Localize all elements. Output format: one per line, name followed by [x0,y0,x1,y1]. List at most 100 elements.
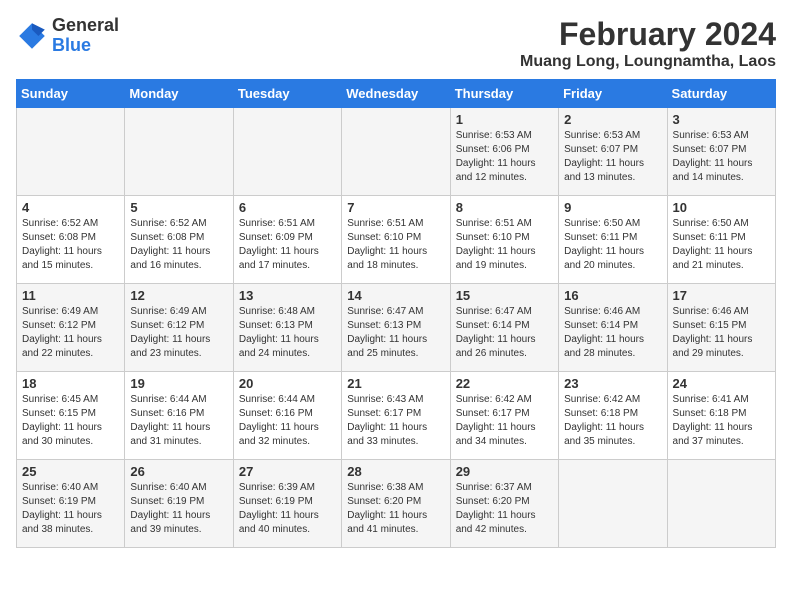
day-number: 17 [673,288,770,303]
day-cell: 21 Sunrise: 6:43 AM Sunset: 6:17 PM Dayli… [342,372,450,460]
logo-blue-text: Blue [52,35,91,55]
day-cell: 16 Sunrise: 6:46 AM Sunset: 6:14 PM Dayli… [559,284,667,372]
day-number: 12 [130,288,227,303]
header-monday: Monday [125,80,233,108]
day-cell: 11Sunrise: 6:49 AM Sunset: 6:12 PM Dayli… [17,284,125,372]
header-tuesday: Tuesday [233,80,341,108]
logo: General Blue [16,16,119,56]
day-info: Sunrise: 6:44 AM Sunset: 6:16 PM Dayligh… [130,393,227,449]
day-info: Sunrise: 6:41 AM Sunset: 6:18 PM Dayligh… [673,393,770,449]
day-cell: 29 Sunrise: 6:37 AM Sunset: 6:20 PM Dayli… [450,460,558,548]
calendar-title: February 2024 [520,16,776,53]
day-info: Sunrise: 6:48 AM Sunset: 6:13 PM Dayligh… [239,305,336,361]
day-number: 16 [564,288,661,303]
day-number: 5 [130,200,227,215]
calendar-subtitle: Muang Long, Loungnamtha, Laos [520,53,776,71]
header-friday: Friday [559,80,667,108]
day-cell [233,108,341,196]
day-info: Sunrise: 6:43 AM Sunset: 6:17 PM Dayligh… [347,393,444,449]
day-info: Sunrise: 6:40 AM Sunset: 6:19 PM Dayligh… [130,481,227,537]
day-info: Sunrise: 6:46 AM Sunset: 6:14 PM Dayligh… [564,305,661,361]
header-saturday: Saturday [667,80,775,108]
day-number: 18 [22,376,119,391]
day-number: 15 [456,288,553,303]
week-row-0: 1 Sunrise: 6:53 AM Sunset: 6:06 PM Daylig… [17,108,776,196]
day-cell: 4 Sunrise: 6:52 AM Sunset: 6:08 PM Daylig… [17,196,125,284]
day-cell: 26 Sunrise: 6:40 AM Sunset: 6:19 PM Dayli… [125,460,233,548]
day-cell: 9Sunrise: 6:50 AM Sunset: 6:11 PM Daylig… [559,196,667,284]
day-cell: 24Sunrise: 6:41 AM Sunset: 6:18 PM Dayli… [667,372,775,460]
day-cell: 12 Sunrise: 6:49 AM Sunset: 6:12 PM Dayli… [125,284,233,372]
day-cell: 13 Sunrise: 6:48 AM Sunset: 6:13 PM Dayli… [233,284,341,372]
day-info: Sunrise: 6:42 AM Sunset: 6:17 PM Dayligh… [456,393,553,449]
day-number: 27 [239,464,336,479]
day-info: Sunrise: 6:47 AM Sunset: 6:13 PM Dayligh… [347,305,444,361]
day-info: Sunrise: 6:53 AM Sunset: 6:07 PM Dayligh… [673,129,770,185]
day-number: 2 [564,112,661,127]
day-number: 23 [564,376,661,391]
day-number: 21 [347,376,444,391]
day-info: Sunrise: 6:49 AM Sunset: 6:12 PM Dayligh… [22,305,119,361]
day-info: Sunrise: 6:37 AM Sunset: 6:20 PM Dayligh… [456,481,553,537]
week-row-1: 4 Sunrise: 6:52 AM Sunset: 6:08 PM Daylig… [17,196,776,284]
day-info: Sunrise: 6:46 AM Sunset: 6:15 PM Dayligh… [673,305,770,361]
day-cell: 25Sunrise: 6:40 AM Sunset: 6:19 PM Dayli… [17,460,125,548]
day-cell: 22Sunrise: 6:42 AM Sunset: 6:17 PM Dayli… [450,372,558,460]
week-row-4: 25Sunrise: 6:40 AM Sunset: 6:19 PM Dayli… [17,460,776,548]
calendar-table: SundayMondayTuesdayWednesdayThursdayFrid… [16,79,776,548]
day-number: 4 [22,200,119,215]
week-row-2: 11Sunrise: 6:49 AM Sunset: 6:12 PM Dayli… [17,284,776,372]
day-cell [667,460,775,548]
day-info: Sunrise: 6:40 AM Sunset: 6:19 PM Dayligh… [22,481,119,537]
day-cell: 3Sunrise: 6:53 AM Sunset: 6:07 PM Daylig… [667,108,775,196]
day-cell [17,108,125,196]
day-info: Sunrise: 6:53 AM Sunset: 6:06 PM Dayligh… [456,129,553,185]
header-thursday: Thursday [450,80,558,108]
calendar-body: 1 Sunrise: 6:53 AM Sunset: 6:06 PM Daylig… [17,108,776,548]
title-block: February 2024 Muang Long, Loungnamtha, L… [520,16,776,71]
page-header: General Blue February 2024 Muang Long, L… [16,16,776,71]
day-number: 1 [456,112,553,127]
day-number: 10 [673,200,770,215]
day-cell: 10 Sunrise: 6:50 AM Sunset: 6:11 PM Dayli… [667,196,775,284]
day-cell: 14 Sunrise: 6:47 AM Sunset: 6:13 PM Dayli… [342,284,450,372]
day-number: 28 [347,464,444,479]
day-number: 14 [347,288,444,303]
day-info: Sunrise: 6:53 AM Sunset: 6:07 PM Dayligh… [564,129,661,185]
day-number: 19 [130,376,227,391]
day-number: 13 [239,288,336,303]
day-number: 29 [456,464,553,479]
day-number: 20 [239,376,336,391]
day-cell: 19 Sunrise: 6:44 AM Sunset: 6:16 PM Dayli… [125,372,233,460]
day-info: Sunrise: 6:52 AM Sunset: 6:08 PM Dayligh… [130,217,227,273]
header-row: SundayMondayTuesdayWednesdayThursdayFrid… [17,80,776,108]
day-cell: 27 Sunrise: 6:39 AM Sunset: 6:19 PM Dayli… [233,460,341,548]
day-info: Sunrise: 6:47 AM Sunset: 6:14 PM Dayligh… [456,305,553,361]
day-cell: 7Sunrise: 6:51 AM Sunset: 6:10 PM Daylig… [342,196,450,284]
day-info: Sunrise: 6:39 AM Sunset: 6:19 PM Dayligh… [239,481,336,537]
day-number: 26 [130,464,227,479]
header-sunday: Sunday [17,80,125,108]
day-cell: 2 Sunrise: 6:53 AM Sunset: 6:07 PM Daylig… [559,108,667,196]
day-number: 8 [456,200,553,215]
week-row-3: 18 Sunrise: 6:45 AM Sunset: 6:15 PM Dayli… [17,372,776,460]
logo-icon [16,20,48,52]
day-info: Sunrise: 6:52 AM Sunset: 6:08 PM Dayligh… [22,217,119,273]
logo-general-text: General [52,15,119,35]
day-info: Sunrise: 6:50 AM Sunset: 6:11 PM Dayligh… [673,217,770,273]
day-info: Sunrise: 6:51 AM Sunset: 6:10 PM Dayligh… [456,217,553,273]
day-info: Sunrise: 6:51 AM Sunset: 6:09 PM Dayligh… [239,217,336,273]
day-info: Sunrise: 6:44 AM Sunset: 6:16 PM Dayligh… [239,393,336,449]
day-cell [559,460,667,548]
day-cell: 20 Sunrise: 6:44 AM Sunset: 6:16 PM Dayli… [233,372,341,460]
day-info: Sunrise: 6:50 AM Sunset: 6:11 PM Dayligh… [564,217,661,273]
day-number: 6 [239,200,336,215]
day-cell: 6 Sunrise: 6:51 AM Sunset: 6:09 PM Daylig… [233,196,341,284]
day-cell: 18 Sunrise: 6:45 AM Sunset: 6:15 PM Dayli… [17,372,125,460]
day-info: Sunrise: 6:49 AM Sunset: 6:12 PM Dayligh… [130,305,227,361]
day-info: Sunrise: 6:42 AM Sunset: 6:18 PM Dayligh… [564,393,661,449]
day-cell [125,108,233,196]
day-cell: 28 Sunrise: 6:38 AM Sunset: 6:20 PM Dayli… [342,460,450,548]
day-info: Sunrise: 6:38 AM Sunset: 6:20 PM Dayligh… [347,481,444,537]
day-info: Sunrise: 6:45 AM Sunset: 6:15 PM Dayligh… [22,393,119,449]
